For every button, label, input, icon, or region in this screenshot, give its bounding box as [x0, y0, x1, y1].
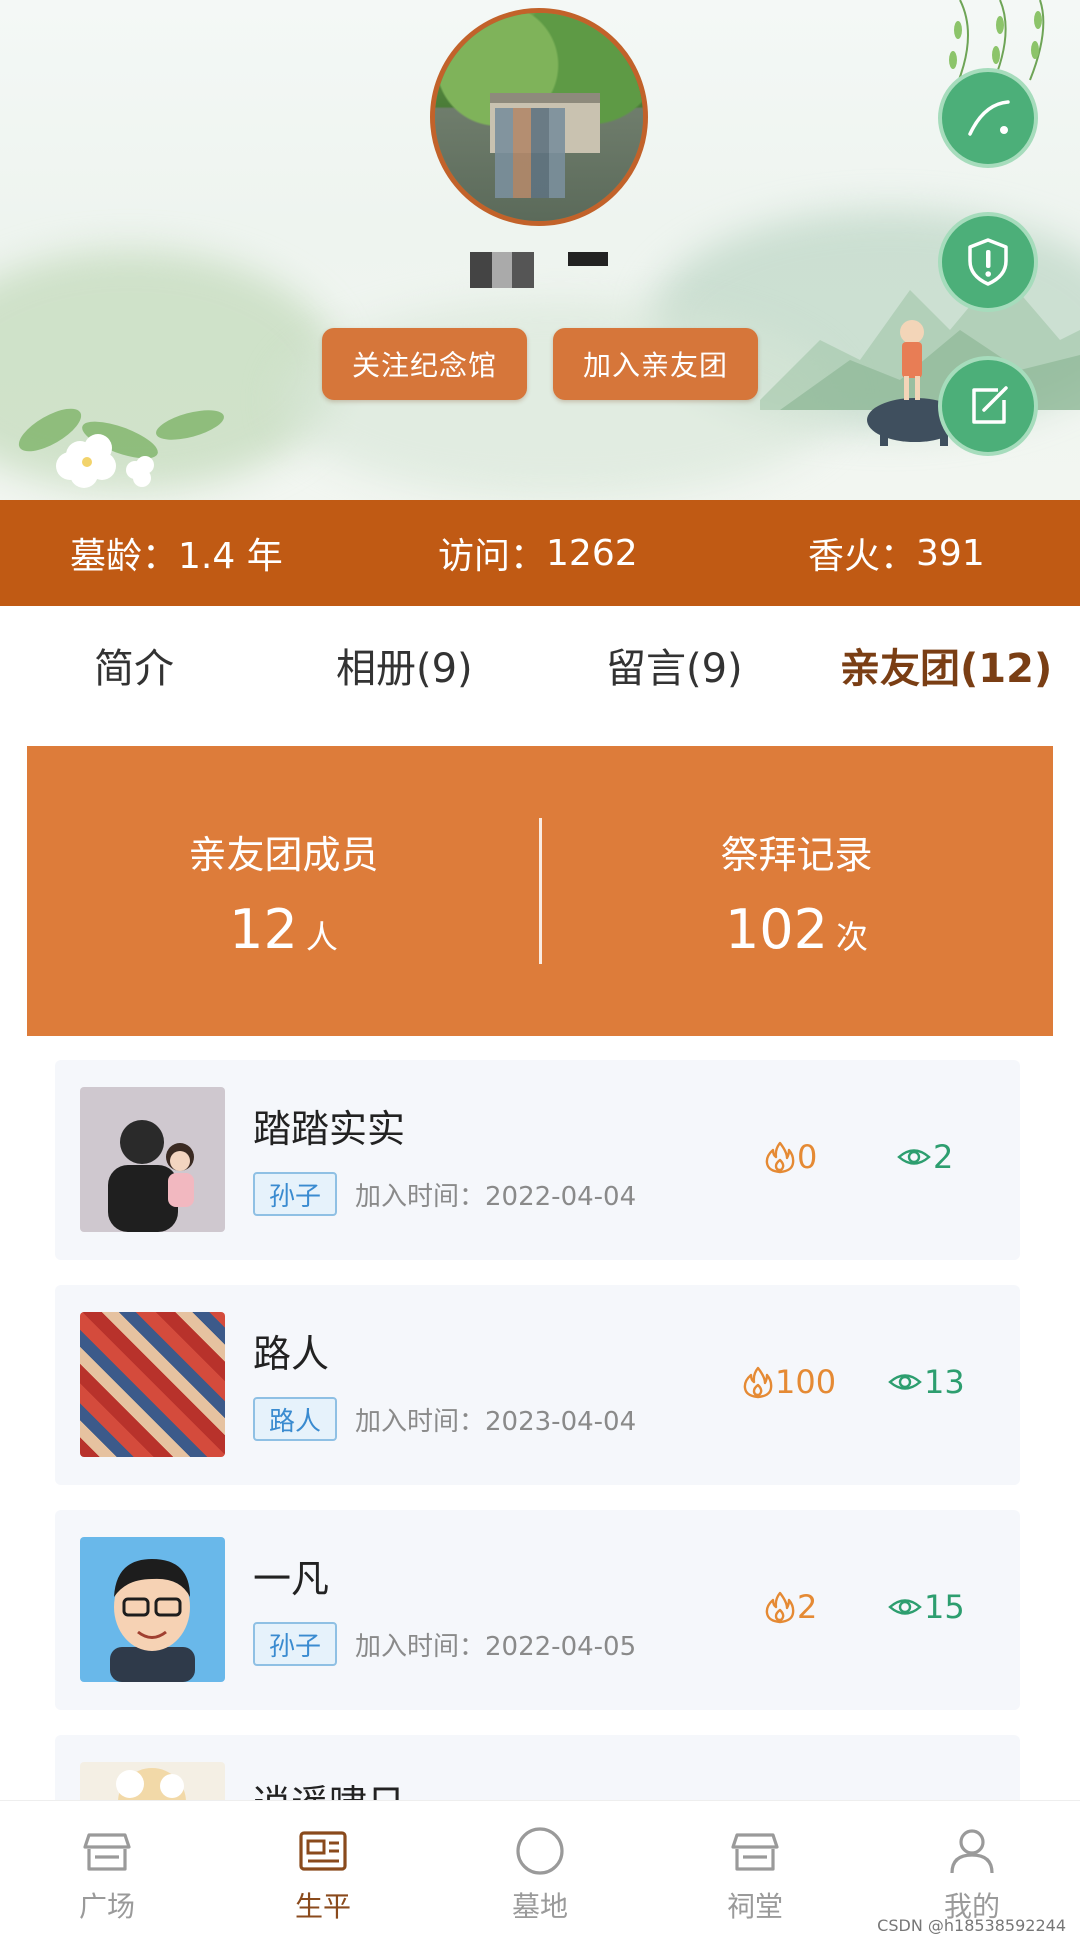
member-avatar: [80, 1087, 225, 1232]
list-item[interactable]: 一凡 孙子 加入时间：2022-04-05 2 15: [55, 1510, 1020, 1710]
join-family-group-button[interactable]: 加入亲友团: [553, 328, 758, 400]
view-count: 2: [897, 1138, 953, 1176]
worship-records-value: 102 次: [724, 898, 869, 961]
flame-icon: [765, 1141, 795, 1174]
nav-biography[interactable]: 生平: [263, 1825, 383, 1925]
follow-memorial-button[interactable]: 关注纪念馆: [322, 328, 527, 400]
stat-label: 墓龄：: [70, 536, 179, 577]
member-name: 逍遥啸日: [253, 1773, 405, 1800]
stat-value: 391: [916, 532, 985, 574]
list-item[interactable]: 路人 路人 加入时间：2023-04-04 100 13: [55, 1285, 1020, 1485]
edit-button[interactable]: [938, 356, 1038, 456]
worship-records-block[interactable]: 祭拜记录 102 次: [540, 746, 1053, 1036]
feather-pen-icon: [968, 100, 1010, 136]
member-name: 踏踏实实: [253, 1107, 406, 1151]
relation-tag: 孙子: [253, 1172, 338, 1216]
join-time: 加入时间：2022-04-05: [355, 1632, 637, 1662]
members-count-value: 12 人: [229, 898, 338, 961]
nav-mine[interactable]: 我的: [912, 1825, 1032, 1925]
incense-count: 100: [743, 1363, 836, 1401]
member-avatar: [80, 1312, 225, 1457]
nav-label: 生平: [294, 1890, 351, 1923]
tab-family-group[interactable]: 亲友团(12): [840, 636, 1052, 694]
circle-icon: [516, 1827, 564, 1875]
id-card-icon: [299, 1831, 347, 1871]
nav-label: 墓地: [511, 1890, 568, 1923]
member-avatar: [80, 1762, 225, 1800]
deceased-name-redacted: [470, 250, 610, 290]
floating-action-button[interactable]: [938, 68, 1038, 168]
stat-value: 1262: [546, 532, 638, 574]
incense-count: 2: [765, 1588, 817, 1626]
nav-label: 祠堂: [726, 1890, 783, 1923]
view-count: 15: [888, 1588, 965, 1626]
memorial-stats-bar: 墓龄： 1.4 年 访问： 1262 香火： 391: [0, 500, 1080, 606]
join-time: 加入时间：2022-04-04: [355, 1182, 637, 1212]
family-member-list: 踏踏实实 孙子 加入时间：2022-04-04 0 2 路人 路人 加入时间：2…: [55, 1060, 1020, 1800]
nav-label: 广场: [78, 1890, 135, 1923]
tab-messages[interactable]: 留言(9): [606, 636, 743, 694]
relation-tag: 路人: [253, 1397, 338, 1441]
user-icon: [950, 1829, 994, 1874]
list-item[interactable]: 踏踏实实 孙子 加入时间：2022-04-04 0 2: [55, 1060, 1020, 1260]
members-count-block[interactable]: 亲友团成员 12 人: [27, 746, 540, 1036]
shop-icon: [731, 1833, 779, 1871]
relation-tag: 孙子: [253, 1622, 338, 1666]
report-button[interactable]: [938, 212, 1038, 312]
join-time: 加入时间：2023-04-04: [355, 1407, 637, 1437]
memorial-portrait[interactable]: [430, 8, 648, 226]
worship-records-label: 祭拜记录: [720, 833, 873, 877]
flame-icon: [765, 1591, 795, 1624]
tab-album[interactable]: 相册(9): [336, 636, 473, 694]
profile-tabs: 简介 相册(9) 留言(9) 亲友团(12): [0, 606, 1080, 718]
nav-plaza[interactable]: 广场: [47, 1825, 167, 1925]
flower-decoration: [18, 408, 224, 488]
eye-icon: [888, 1374, 922, 1390]
tab-intro[interactable]: 简介: [94, 636, 174, 694]
memorial-header: 关注纪念馆 加入亲友团: [0, 0, 1080, 500]
stat-value: 1.4 年: [178, 536, 283, 577]
stat-label: 访问：: [438, 536, 547, 577]
member-name: 一凡: [253, 1557, 330, 1601]
nav-cemetery[interactable]: 墓地: [480, 1825, 600, 1925]
nav-ancestral-hall[interactable]: 祠堂: [695, 1825, 815, 1925]
family-group-summary: 亲友团成员 12 人 祭拜记录 102 次: [27, 746, 1053, 1036]
flame-icon: [743, 1366, 773, 1399]
view-count: 13: [888, 1363, 965, 1401]
stat-visits: 访问： 1262: [438, 500, 638, 606]
incense-count: 0: [765, 1138, 817, 1176]
edit-icon: [972, 386, 1008, 424]
list-item[interactable]: 逍遥啸日: [55, 1735, 1020, 1800]
stat-incense: 香火： 391: [808, 500, 985, 606]
members-count-label: 亲友团成员: [188, 833, 379, 877]
eye-icon: [888, 1599, 922, 1615]
shop-icon: [83, 1833, 131, 1871]
eye-icon: [897, 1149, 931, 1165]
shield-alert-icon: [968, 238, 1008, 286]
member-avatar: [80, 1537, 225, 1682]
member-name: 路人: [253, 1332, 330, 1376]
watermark: CSDN @h18538592244: [877, 1916, 1066, 1935]
stat-grave-age: 墓龄： 1.4 年: [70, 500, 283, 606]
portrait-image: [435, 13, 643, 221]
stat-label: 香火：: [808, 536, 917, 577]
